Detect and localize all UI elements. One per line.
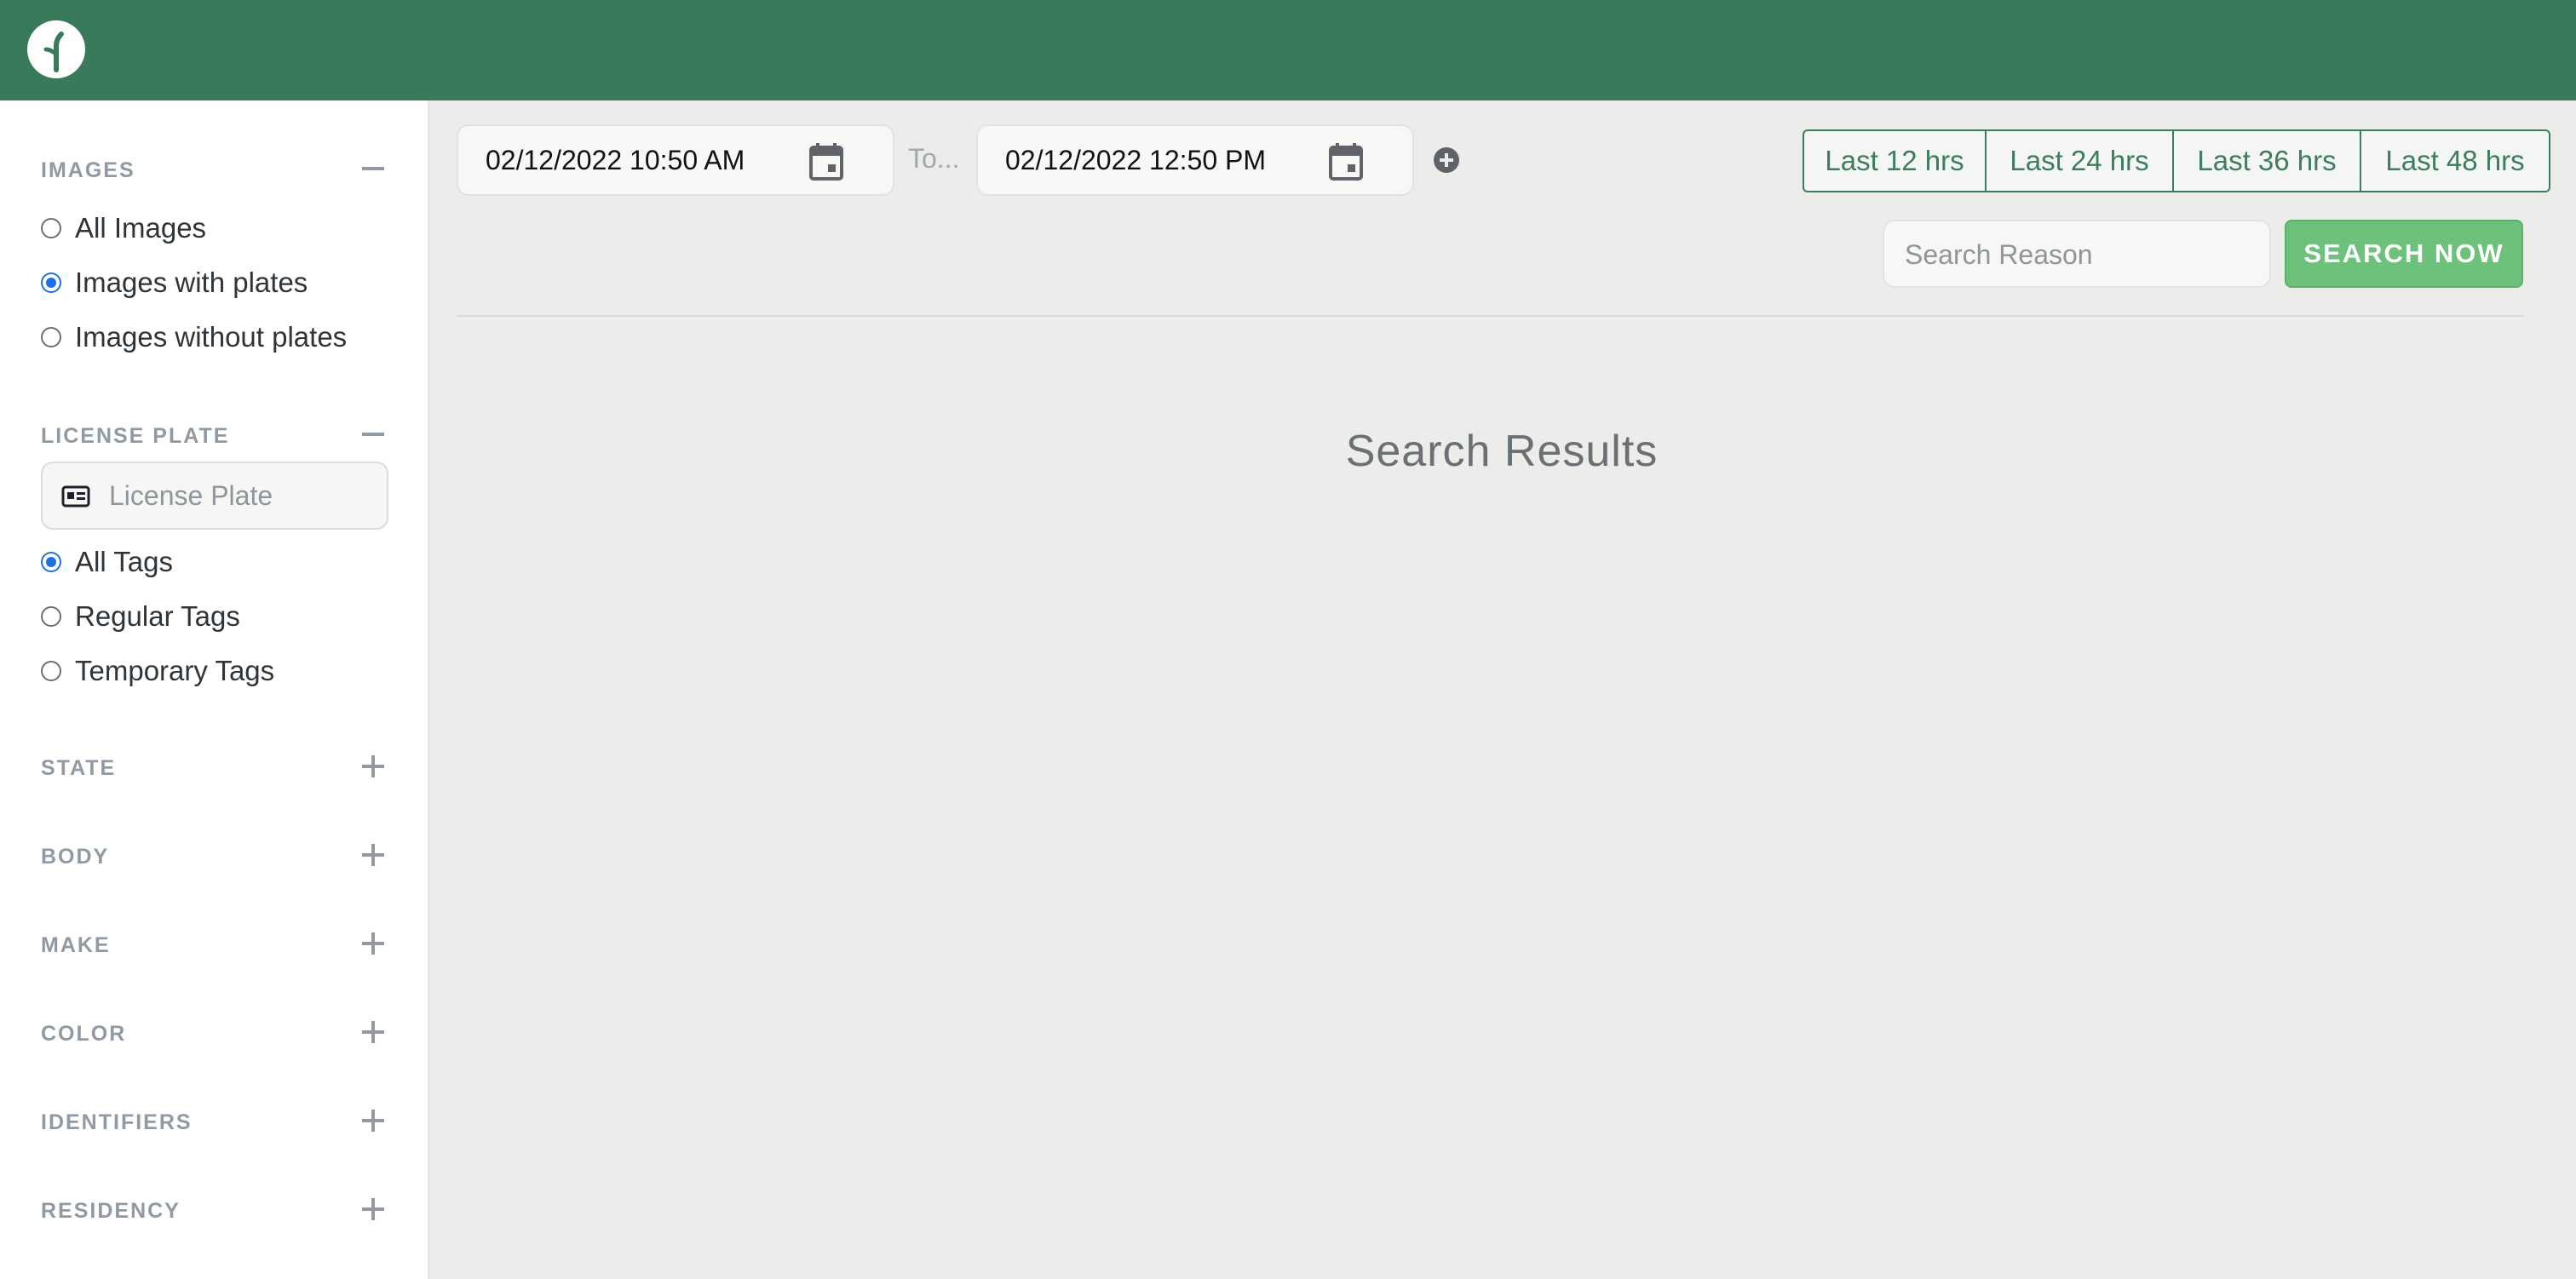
expand-identifiers-icon[interactable] — [356, 1104, 390, 1138]
radio-button[interactable] — [41, 218, 61, 238]
identifiers-section-header[interactable]: IDENTIFIERS — [41, 1104, 390, 1138]
search-reason-field[interactable] — [1883, 220, 2271, 288]
radio-all-tags[interactable]: All Tags — [41, 543, 173, 581]
search-now-button[interactable]: SEARCH NOW — [2285, 220, 2523, 288]
section-title: MAKE — [41, 933, 111, 957]
section-title: STATE — [41, 756, 117, 780]
license-plate-section-header: LICENSE PLATE — [41, 417, 390, 451]
make-section-header[interactable]: MAKE — [41, 926, 390, 961]
radio-button[interactable] — [41, 272, 61, 293]
quick-range-group: Last 12 hrs Last 24 hrs Last 36 hrs Last… — [1803, 129, 2550, 192]
divider — [457, 315, 2523, 317]
last-36-hrs-button[interactable]: Last 36 hrs — [2174, 131, 2361, 191]
body-section-header[interactable]: BODY — [41, 838, 390, 872]
radio-all-images[interactable]: All Images — [41, 209, 206, 247]
section-title: RESIDENCY — [41, 1199, 181, 1223]
calendar-icon[interactable] — [1329, 143, 1363, 181]
expand-make-icon[interactable] — [356, 926, 390, 961]
radio-regular-tags[interactable]: Regular Tags — [41, 598, 240, 635]
section-title: IMAGES — [41, 158, 135, 182]
license-plate-field[interactable] — [41, 462, 388, 530]
radio-button[interactable] — [41, 661, 61, 681]
add-circle-icon[interactable] — [1433, 146, 1460, 174]
collapse-license-plate-icon[interactable] — [356, 417, 390, 451]
top-bar — [0, 0, 2576, 100]
last-48-hrs-button[interactable]: Last 48 hrs — [2361, 131, 2549, 191]
last-24-hrs-button[interactable]: Last 24 hrs — [1987, 131, 2174, 191]
start-date-value: 02/12/2022 10:50 AM — [486, 145, 745, 175]
to-label: To... — [908, 143, 960, 174]
radio-button[interactable] — [41, 327, 61, 347]
radio-images-without-plates[interactable]: Images without plates — [41, 318, 347, 356]
expand-state-icon[interactable] — [356, 749, 390, 783]
license-plate-input[interactable] — [109, 472, 373, 519]
residency-section-header[interactable]: RESIDENCY — [41, 1192, 390, 1226]
color-section-header[interactable]: COLOR — [41, 1015, 390, 1049]
state-section-header[interactable]: STATE — [41, 749, 390, 783]
radio-label: Images without plates — [75, 321, 348, 353]
images-section-header: IMAGES — [41, 152, 390, 186]
id-card-icon — [61, 485, 90, 508]
radio-label: All Images — [75, 212, 207, 244]
radio-button[interactable] — [41, 606, 61, 627]
radio-label: Images with plates — [75, 267, 308, 298]
expand-color-icon[interactable] — [356, 1015, 390, 1049]
section-title: IDENTIFIERS — [41, 1110, 193, 1134]
start-date-field[interactable]: 02/12/2022 10:50 AM — [457, 124, 894, 196]
sprout-logo-icon[interactable] — [27, 20, 85, 78]
end-date-field[interactable]: 02/12/2022 12:50 PM — [976, 124, 1414, 196]
radio-label: Regular Tags — [75, 600, 240, 632]
section-title: BODY — [41, 845, 110, 869]
search-reason-input[interactable] — [1905, 232, 2254, 278]
filter-sidebar: IMAGES All Images Images with plates Ima… — [0, 100, 429, 1279]
radio-button[interactable] — [41, 552, 61, 572]
radio-label: Temporary Tags — [75, 655, 275, 686]
last-12-hrs-button[interactable]: Last 12 hrs — [1804, 131, 1987, 191]
expand-body-icon[interactable] — [356, 838, 390, 872]
section-title: COLOR — [41, 1022, 127, 1046]
calendar-icon[interactable] — [809, 143, 843, 181]
results-title: Search Results — [1345, 427, 1659, 476]
collapse-images-icon[interactable] — [356, 152, 390, 186]
end-date-value: 02/12/2022 12:50 PM — [1005, 145, 1267, 175]
radio-label: All Tags — [75, 546, 173, 577]
radio-images-with-plates[interactable]: Images with plates — [41, 264, 308, 301]
section-title: LICENSE PLATE — [41, 424, 230, 448]
radio-temporary-tags[interactable]: Temporary Tags — [41, 652, 274, 690]
expand-residency-icon[interactable] — [356, 1192, 390, 1226]
